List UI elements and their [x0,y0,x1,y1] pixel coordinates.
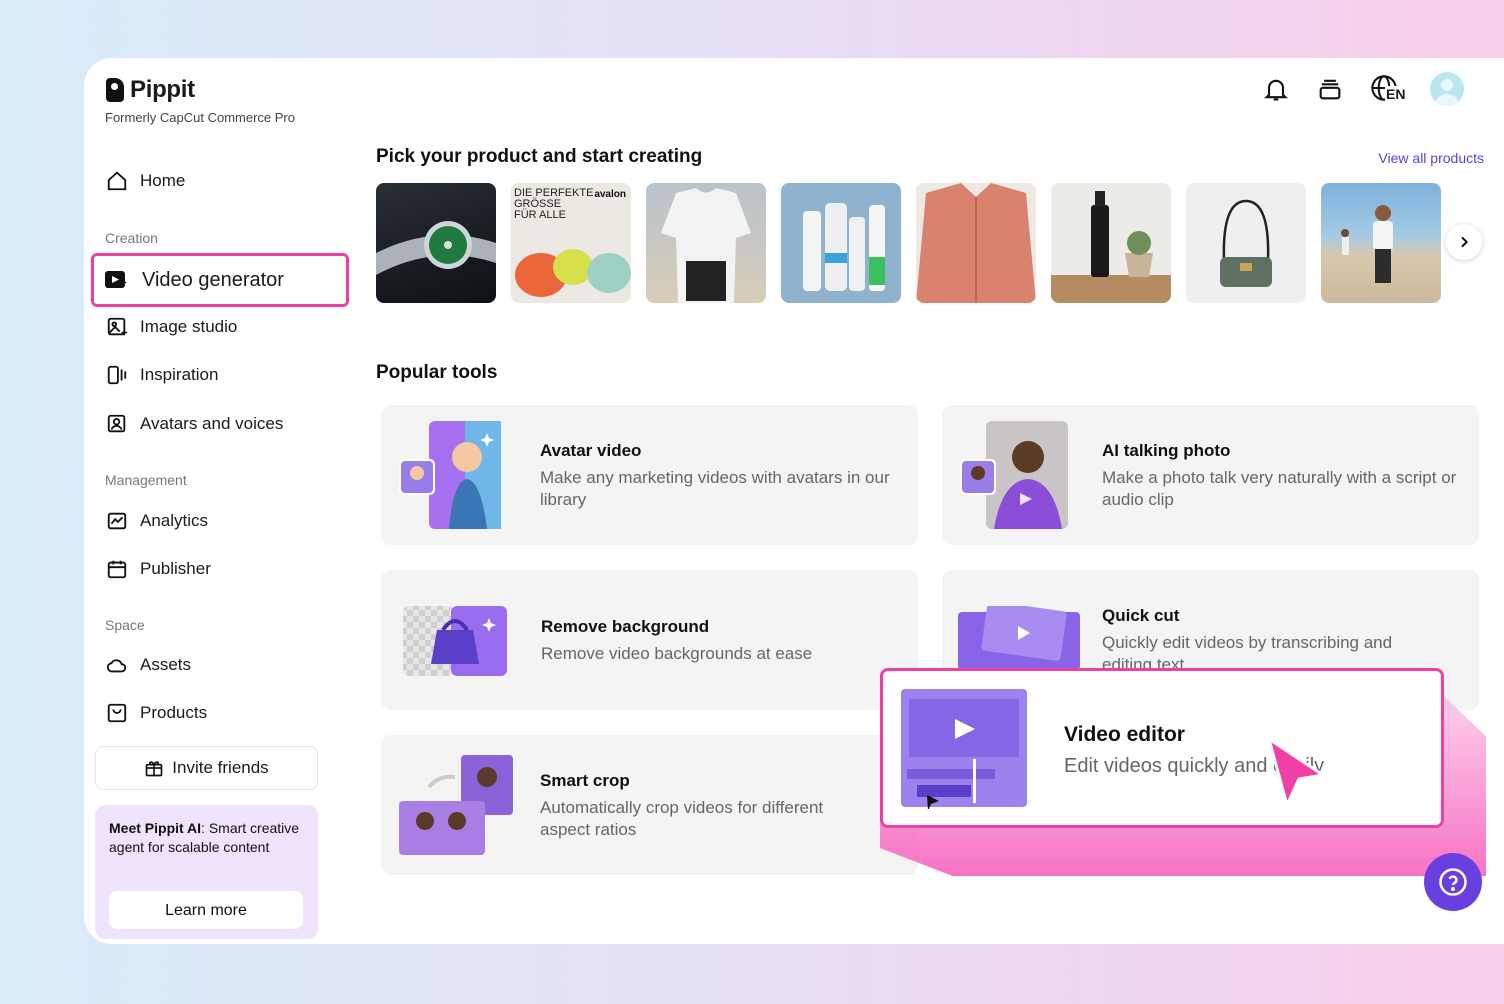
section-label-management: Management [105,472,187,488]
tools-heading: Popular tools [376,362,498,383]
calendar-icon [107,560,127,579]
sidebar-item-label: Products [140,703,208,722]
tool-title: Video editor [1064,723,1185,746]
sidebar-item-label: Avatars and voices [140,414,284,433]
sidebar-item-image-studio[interactable]: Image studio [106,314,237,340]
quick-cut-thumb [958,606,1080,670]
invite-friends-label: Invite friends [172,758,269,777]
product-thumb-tshirt[interactable] [646,183,766,303]
sidebar-item-label: Image studio [140,317,238,336]
watch-image [376,221,496,275]
products-icon [107,703,127,723]
sidebar-item-home[interactable]: Home [106,168,185,194]
help-icon [1439,868,1467,896]
view-all-products-link[interactable]: View all products [1378,150,1484,166]
tool-desc: Make any marketing videos with avatars i… [540,468,890,509]
products-heading: Pick your product and start creating [376,146,703,167]
beach-image [1341,205,1393,283]
section-label-creation: Creation [105,230,158,246]
remove-background-thumb [403,606,507,676]
avatar-voice-icon [107,414,126,433]
video-editor-thumb [901,689,1027,809]
spray-image [1051,191,1171,303]
tool-title: Remove background [541,617,710,636]
product-thumb-handbag[interactable] [1186,183,1306,303]
product-thumb-spray[interactable] [1051,183,1171,303]
tool-title: Avatar video [540,441,642,460]
tool-title: Smart crop [540,771,630,790]
brand-subtitle: Formerly CapCut Commerce Pro [105,110,295,125]
brand-name: Pippit [130,76,195,103]
tool-card-video-editor[interactable]: Video editor Edit videos quickly and eas… [880,668,1444,828]
talking-photo-thumb [960,421,1068,529]
analytics-icon [107,512,127,530]
sidebar-item-publisher[interactable]: Publisher [106,556,211,582]
tool-title: AI talking photo [1102,441,1231,460]
tool-desc: Make a photo talk very naturally with a … [1102,468,1457,509]
tool-desc: Remove video backgrounds at ease [541,644,813,663]
promo-text: Meet Pippit AI: Smart creative agent for… [109,820,300,855]
sidebar-item-label: Analytics [140,511,209,530]
tool-desc: Quickly edit videos by transcribing and … [1102,633,1393,670]
sidebar-item-video-generator[interactable]: Video generator [91,253,349,307]
shirt-image [916,183,1036,303]
tool-title: Quick cut [1102,606,1180,625]
tool-desc: Automatically crop videos for different … [540,798,824,839]
gift-icon [145,761,163,777]
pippit-logo-icon [106,78,124,102]
product-thumb-bottles[interactable] [781,183,901,303]
tool-card-ai-talking-photo[interactable]: AI talking photo Make a photo talk very … [942,405,1479,545]
section-label-space: Space [105,617,145,633]
bottles-image [803,203,885,291]
bell-icon[interactable] [1262,75,1290,103]
sidebar-item-avatars-voices[interactable]: Avatars and voices [106,411,283,437]
user-avatar[interactable] [1430,72,1464,106]
tshirt-image [661,188,751,303]
invite-friends-button[interactable]: Invite friends [95,746,318,790]
beanbag-image [515,249,631,297]
sidebar-item-label: Inspiration [140,365,219,384]
product-thumb-shirt[interactable] [916,183,1036,303]
tool-card-remove-background[interactable]: Remove background Remove video backgroun… [381,570,918,710]
language-button[interactable]: EN [1370,74,1407,104]
tool-card-smart-crop[interactable]: Smart crop Automatically crop videos for… [381,735,918,875]
promo-card: Meet Pippit AI: Smart creative agent for… [95,805,318,939]
home-icon [107,171,127,191]
product-thumb-beach[interactable] [1321,183,1441,303]
sidebar-item-products[interactable]: Products [106,700,207,726]
sidebar-item-label: Video generator [142,268,284,291]
image-studio-icon [107,317,128,336]
cursor-pointer-icon [1267,737,1325,807]
help-button[interactable] [1424,853,1482,911]
logo[interactable]: Pippit [106,76,195,104]
inspiration-icon [107,365,127,385]
video-generator-icon [105,271,127,288]
sidebar-item-label: Home [140,171,186,190]
language-code: EN [1385,86,1407,102]
sidebar-item-label: Publisher [140,559,211,578]
sidebar-item-label: Assets [140,655,192,674]
header-actions: EN [1262,72,1464,106]
smart-crop-thumb [399,755,513,855]
product-thumb-beanbag[interactable]: DIE PERFEKTE GRÖSSE FÜR ALLE avalon [511,183,631,303]
sidebar-item-analytics[interactable]: Analytics [106,508,208,534]
product-thumb-watch[interactable] [376,183,496,303]
carousel-next-button[interactable] [1446,224,1482,260]
tool-card-avatar-video[interactable]: Avatar video Make any marketing videos w… [381,405,918,545]
product-thumbnails: DIE PERFEKTE GRÖSSE FÜR ALLE avalon [376,183,1441,303]
layers-icon[interactable] [1316,75,1344,103]
cloud-icon [106,659,127,673]
handbag-image [1220,199,1272,287]
sidebar-item-assets[interactable]: Assets [106,652,191,678]
chevron-right-icon [1461,236,1469,248]
avatar-video-thumb [399,421,501,529]
learn-more-button[interactable]: Learn more [109,891,303,929]
sidebar-item-inspiration[interactable]: Inspiration [106,362,218,388]
